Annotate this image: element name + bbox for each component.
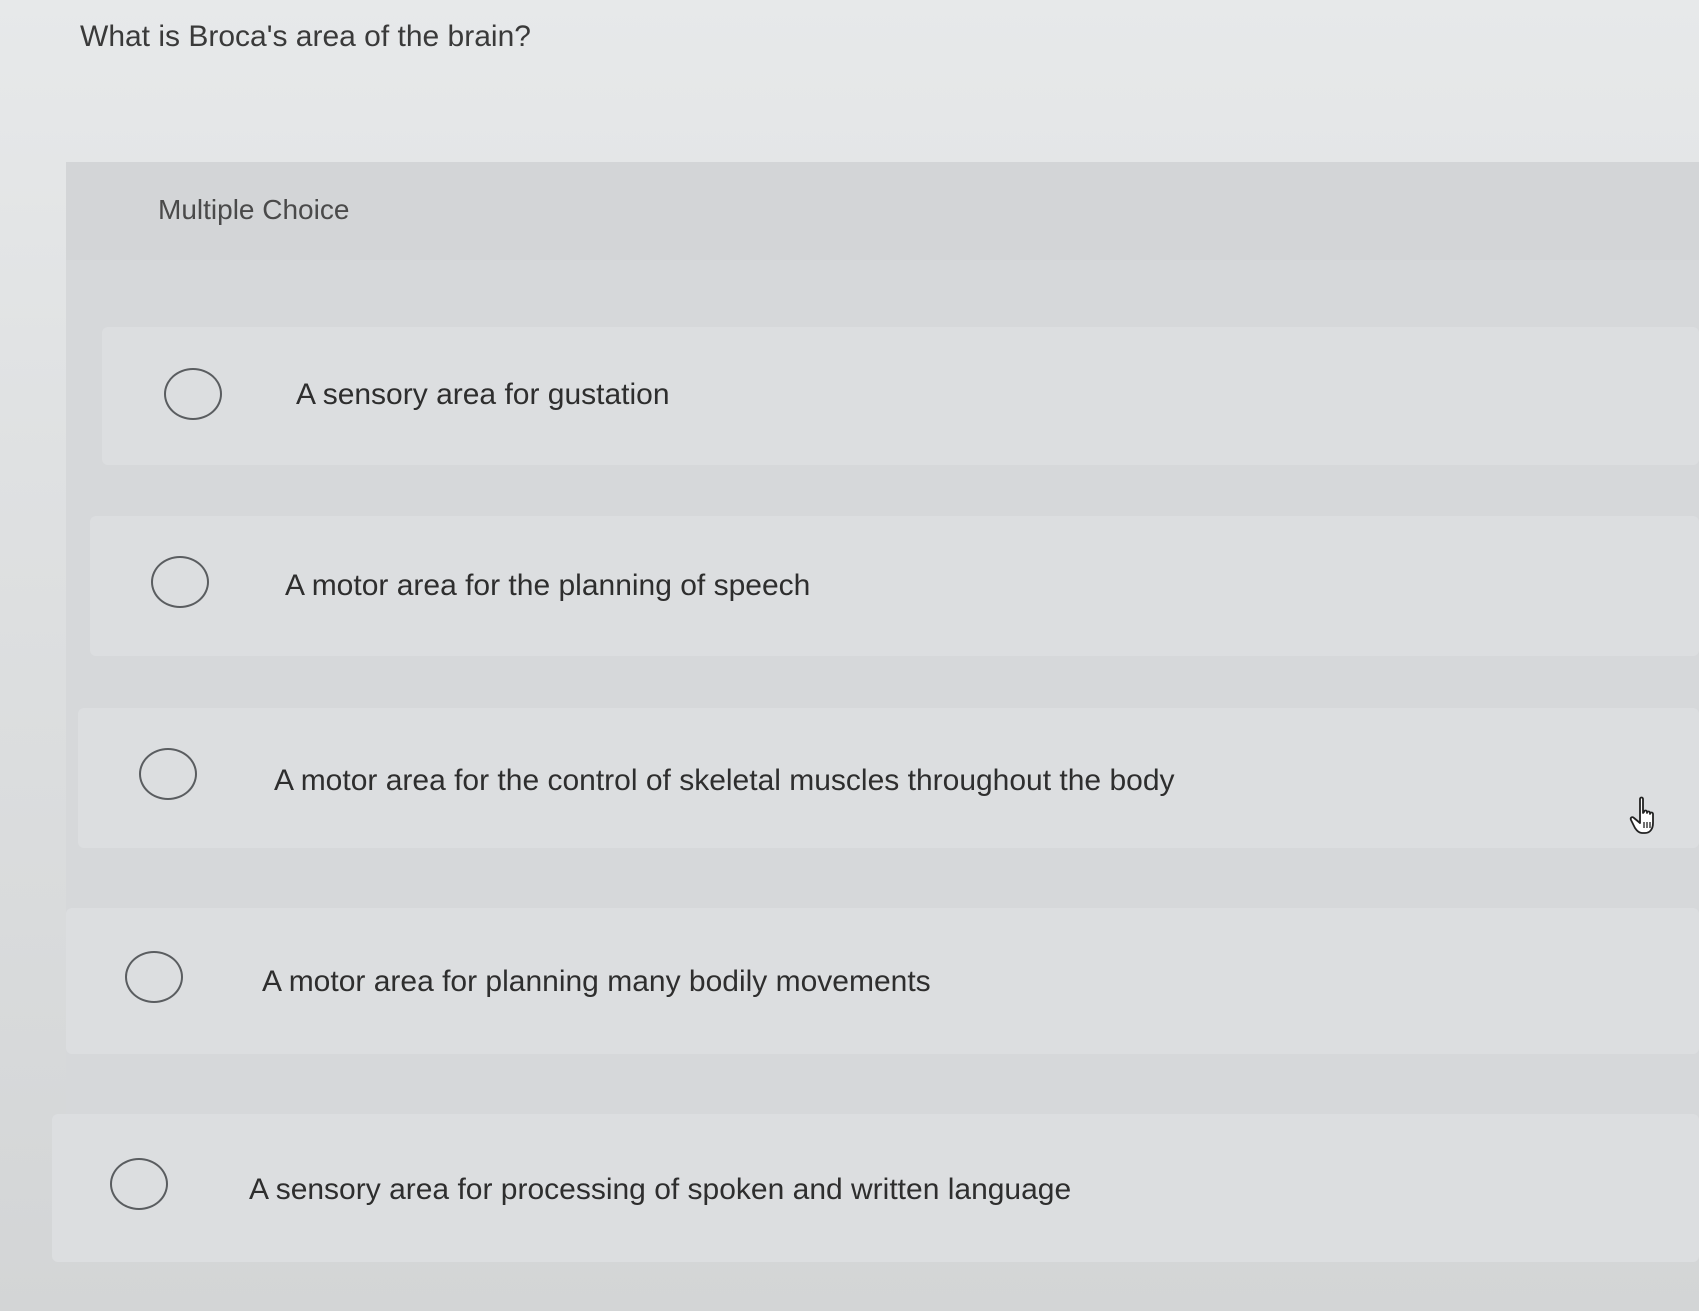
answer-option-3-label: A motor area for the control of skeletal… (274, 764, 1175, 797)
radio-button-1[interactable] (164, 368, 222, 420)
radio-button-3[interactable] (139, 748, 197, 800)
radio-button-4[interactable] (125, 951, 183, 1003)
multiple-choice-panel (66, 162, 1699, 1232)
answer-option-1-label: A sensory area for gustation (296, 378, 670, 411)
answer-option-2-label: A motor area for the planning of speech (285, 569, 811, 602)
answer-option-4-label: A motor area for planning many bodily mo… (262, 965, 931, 998)
radio-button-2[interactable] (151, 556, 209, 608)
radio-button-5[interactable] (110, 1158, 168, 1210)
answer-option-5-label: A sensory area for processing of spoken … (249, 1173, 1072, 1206)
multiple-choice-label: Multiple Choice (158, 194, 350, 225)
question-text: What is Broca's area of the brain? (80, 20, 531, 53)
hand-pointer-icon (1629, 796, 1654, 834)
